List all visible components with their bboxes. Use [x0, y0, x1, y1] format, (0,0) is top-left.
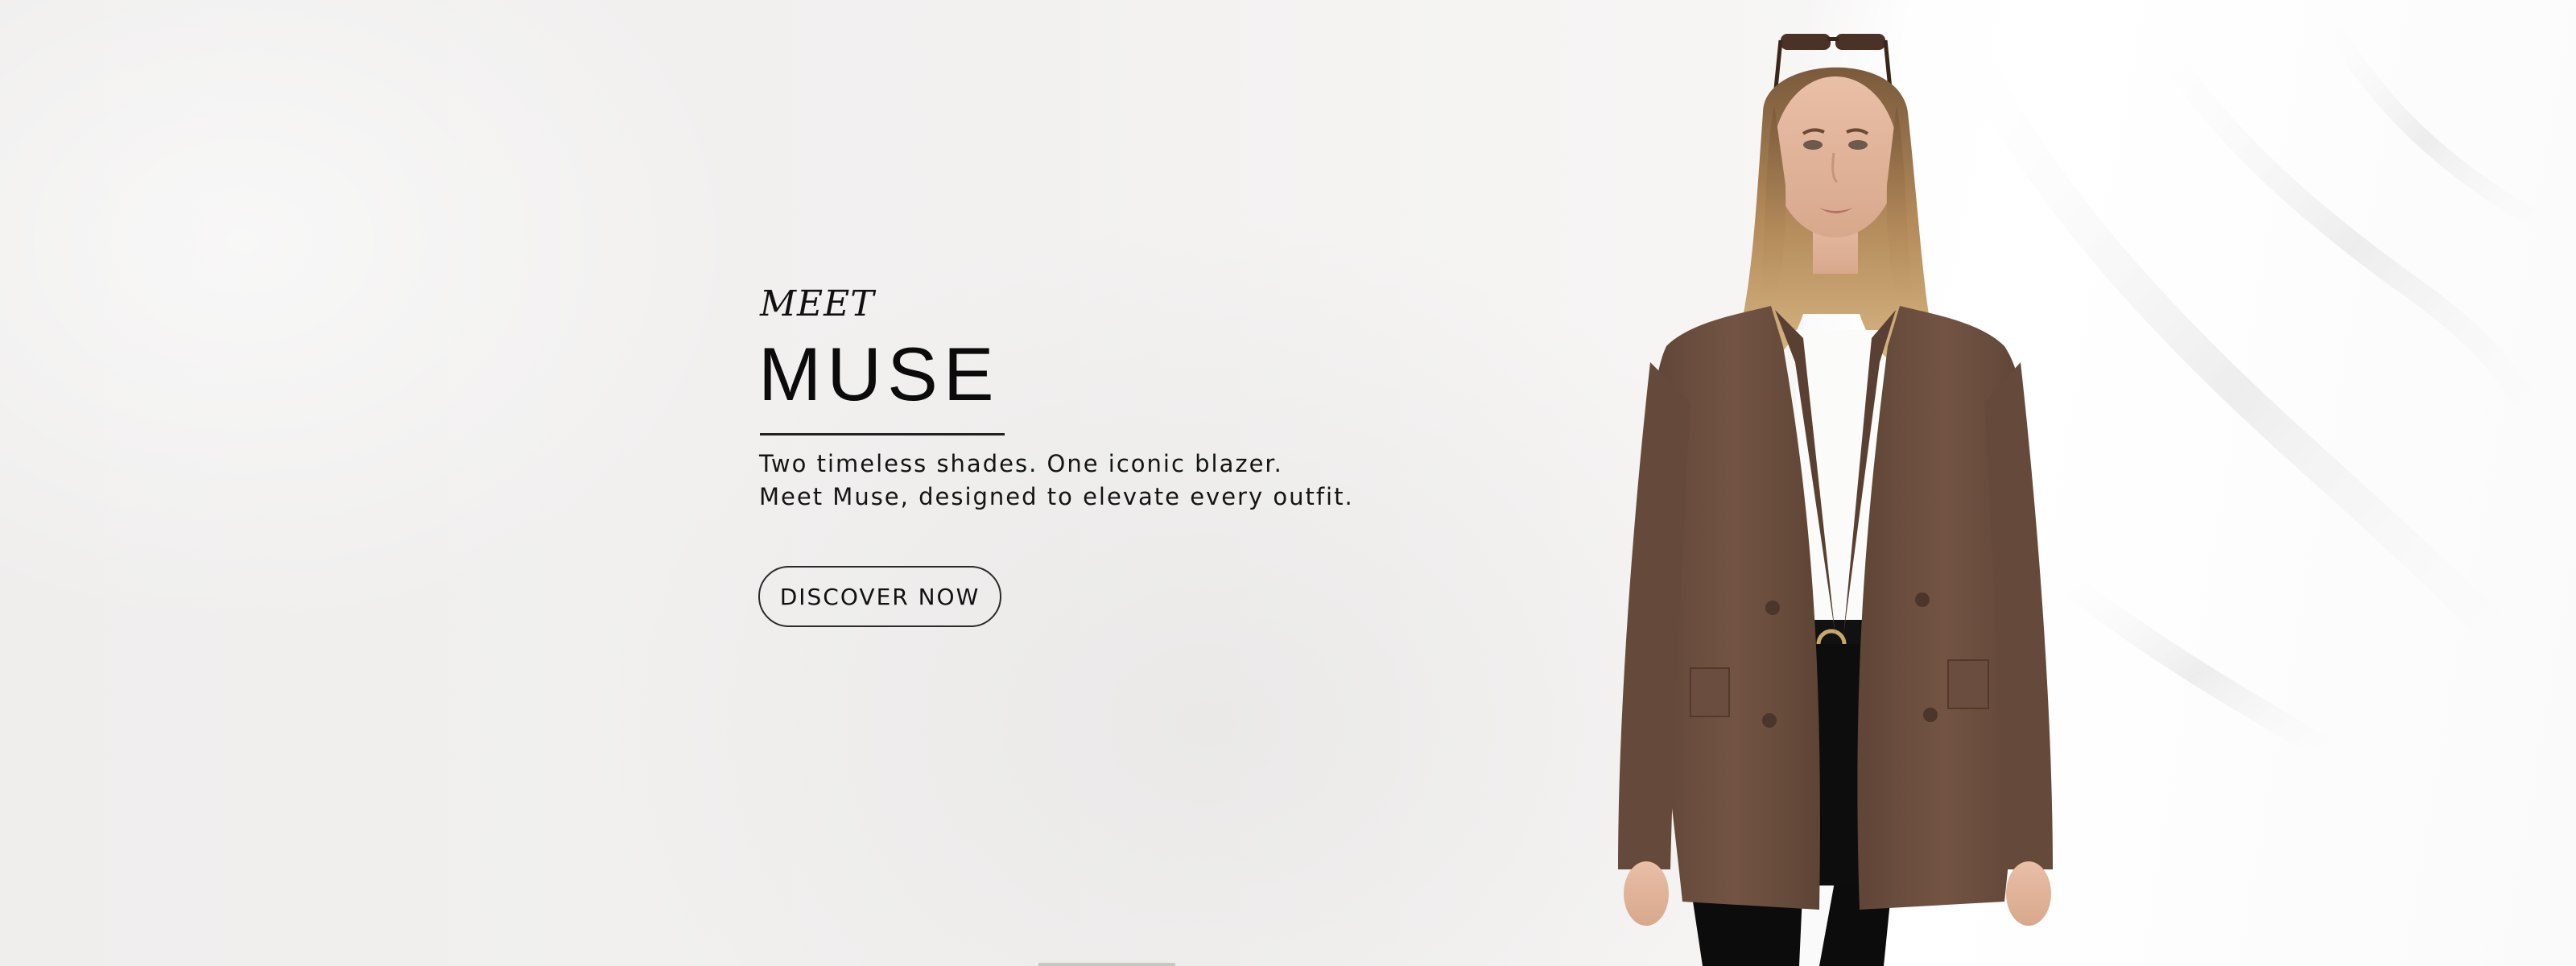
hero-eyebrow: MEET	[760, 283, 875, 324]
description-line-2: Meet Muse, designed to elevate every out…	[759, 483, 1354, 510]
title-divider	[760, 433, 1005, 436]
model-photo	[1602, 24, 2101, 966]
description-line-1: Two timeless shades. One iconic blazer.	[759, 450, 1283, 477]
hero-description: Two timeless shades. One iconic blazer. …	[759, 448, 1354, 514]
hero-banner: MEET MUSE Two timeless shades. One iconi…	[0, 0, 2576, 966]
hero-title: MUSE	[758, 332, 1000, 416]
bottom-divider	[1038, 963, 1175, 966]
discover-now-button[interactable]: DISCOVER NOW	[758, 566, 1001, 627]
